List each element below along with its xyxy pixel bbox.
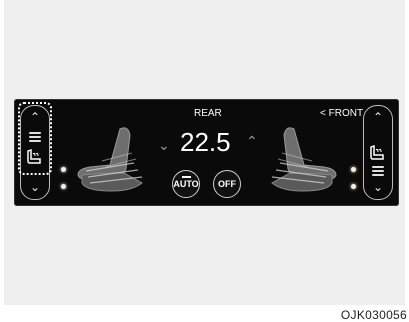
chevron-down-icon[interactable]: ⌄ [21, 181, 49, 193]
temperature-display: 22.5 [180, 127, 231, 157]
heat-indicator-led [351, 167, 356, 172]
auto-indicator [182, 176, 191, 178]
rear-label: REAR [194, 108, 222, 119]
seat-icon[interactable] [369, 144, 387, 162]
right-seat-image [271, 127, 337, 192]
chevron-down-icon[interactable]: ⌄ [158, 137, 170, 154]
level-bars-icon [372, 164, 384, 178]
right-seat-control: ⌃ ⌄ [363, 105, 393, 200]
chevron-up-icon[interactable]: ⌃ [246, 133, 258, 150]
chevron-up-icon[interactable]: ⌃ [364, 111, 392, 123]
off-button[interactable]: OFF [213, 170, 241, 198]
front-tab[interactable]: < FRONT [320, 108, 363, 119]
heat-indicator-led [61, 167, 66, 172]
climate-control-panel: ⌃ ⌄ ⌃ ⌄ REAR < FRONT ⌄ 22.5 ⌃ AUTO OFF [14, 99, 399, 206]
heat-indicator-led [61, 184, 66, 189]
chevron-down-icon[interactable]: ⌄ [364, 181, 392, 193]
auto-button-label: AUTO [173, 179, 199, 189]
left-seat-image [77, 127, 143, 192]
highlight-box [18, 102, 52, 175]
off-button-label: OFF [218, 179, 236, 189]
auto-button[interactable]: AUTO [172, 170, 200, 198]
heat-indicator-led [351, 184, 356, 189]
left-seat-control: ⌃ ⌄ [18, 102, 52, 200]
